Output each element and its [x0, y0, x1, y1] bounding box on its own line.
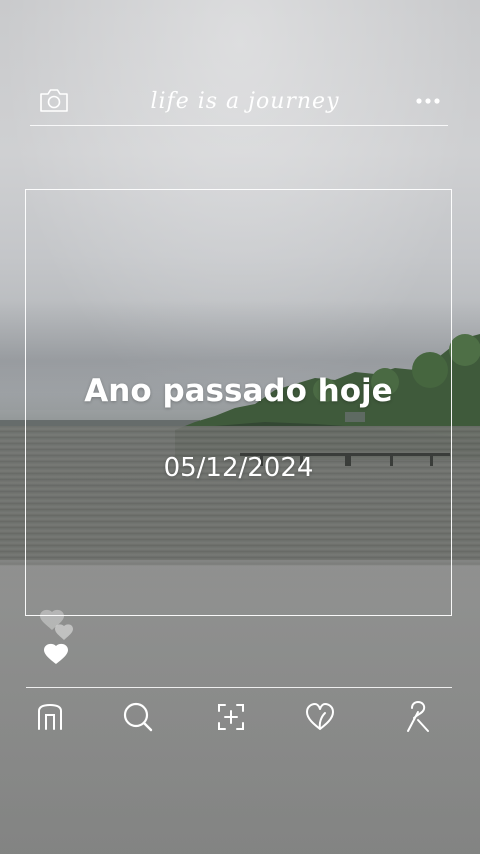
nav-add[interactable] [211, 697, 251, 737]
screen: life is a journey Ano passado hoje 05/12… [0, 0, 480, 854]
home-icon [38, 703, 62, 730]
add-post-icon [218, 704, 244, 730]
nav-profile[interactable] [398, 697, 438, 737]
search-icon [123, 702, 153, 732]
app-title: life is a journey [150, 89, 340, 114]
profile-icon [407, 700, 429, 732]
nav-likes[interactable] [300, 697, 340, 737]
camera-icon[interactable] [38, 86, 70, 114]
header-divider [30, 125, 448, 126]
more-horizontal-icon[interactable] [414, 88, 444, 112]
nav-divider [26, 687, 452, 688]
nav-home[interactable] [30, 697, 70, 737]
hearts-icon[interactable] [36, 608, 84, 668]
heart-icon [306, 703, 334, 730]
nav-search[interactable] [118, 697, 158, 737]
memory-headline: Ano passado hoje [84, 373, 393, 409]
bottom-nav [26, 695, 452, 739]
memory-date: 05/12/2024 [163, 453, 314, 483]
top-bar: life is a journey [30, 76, 450, 126]
